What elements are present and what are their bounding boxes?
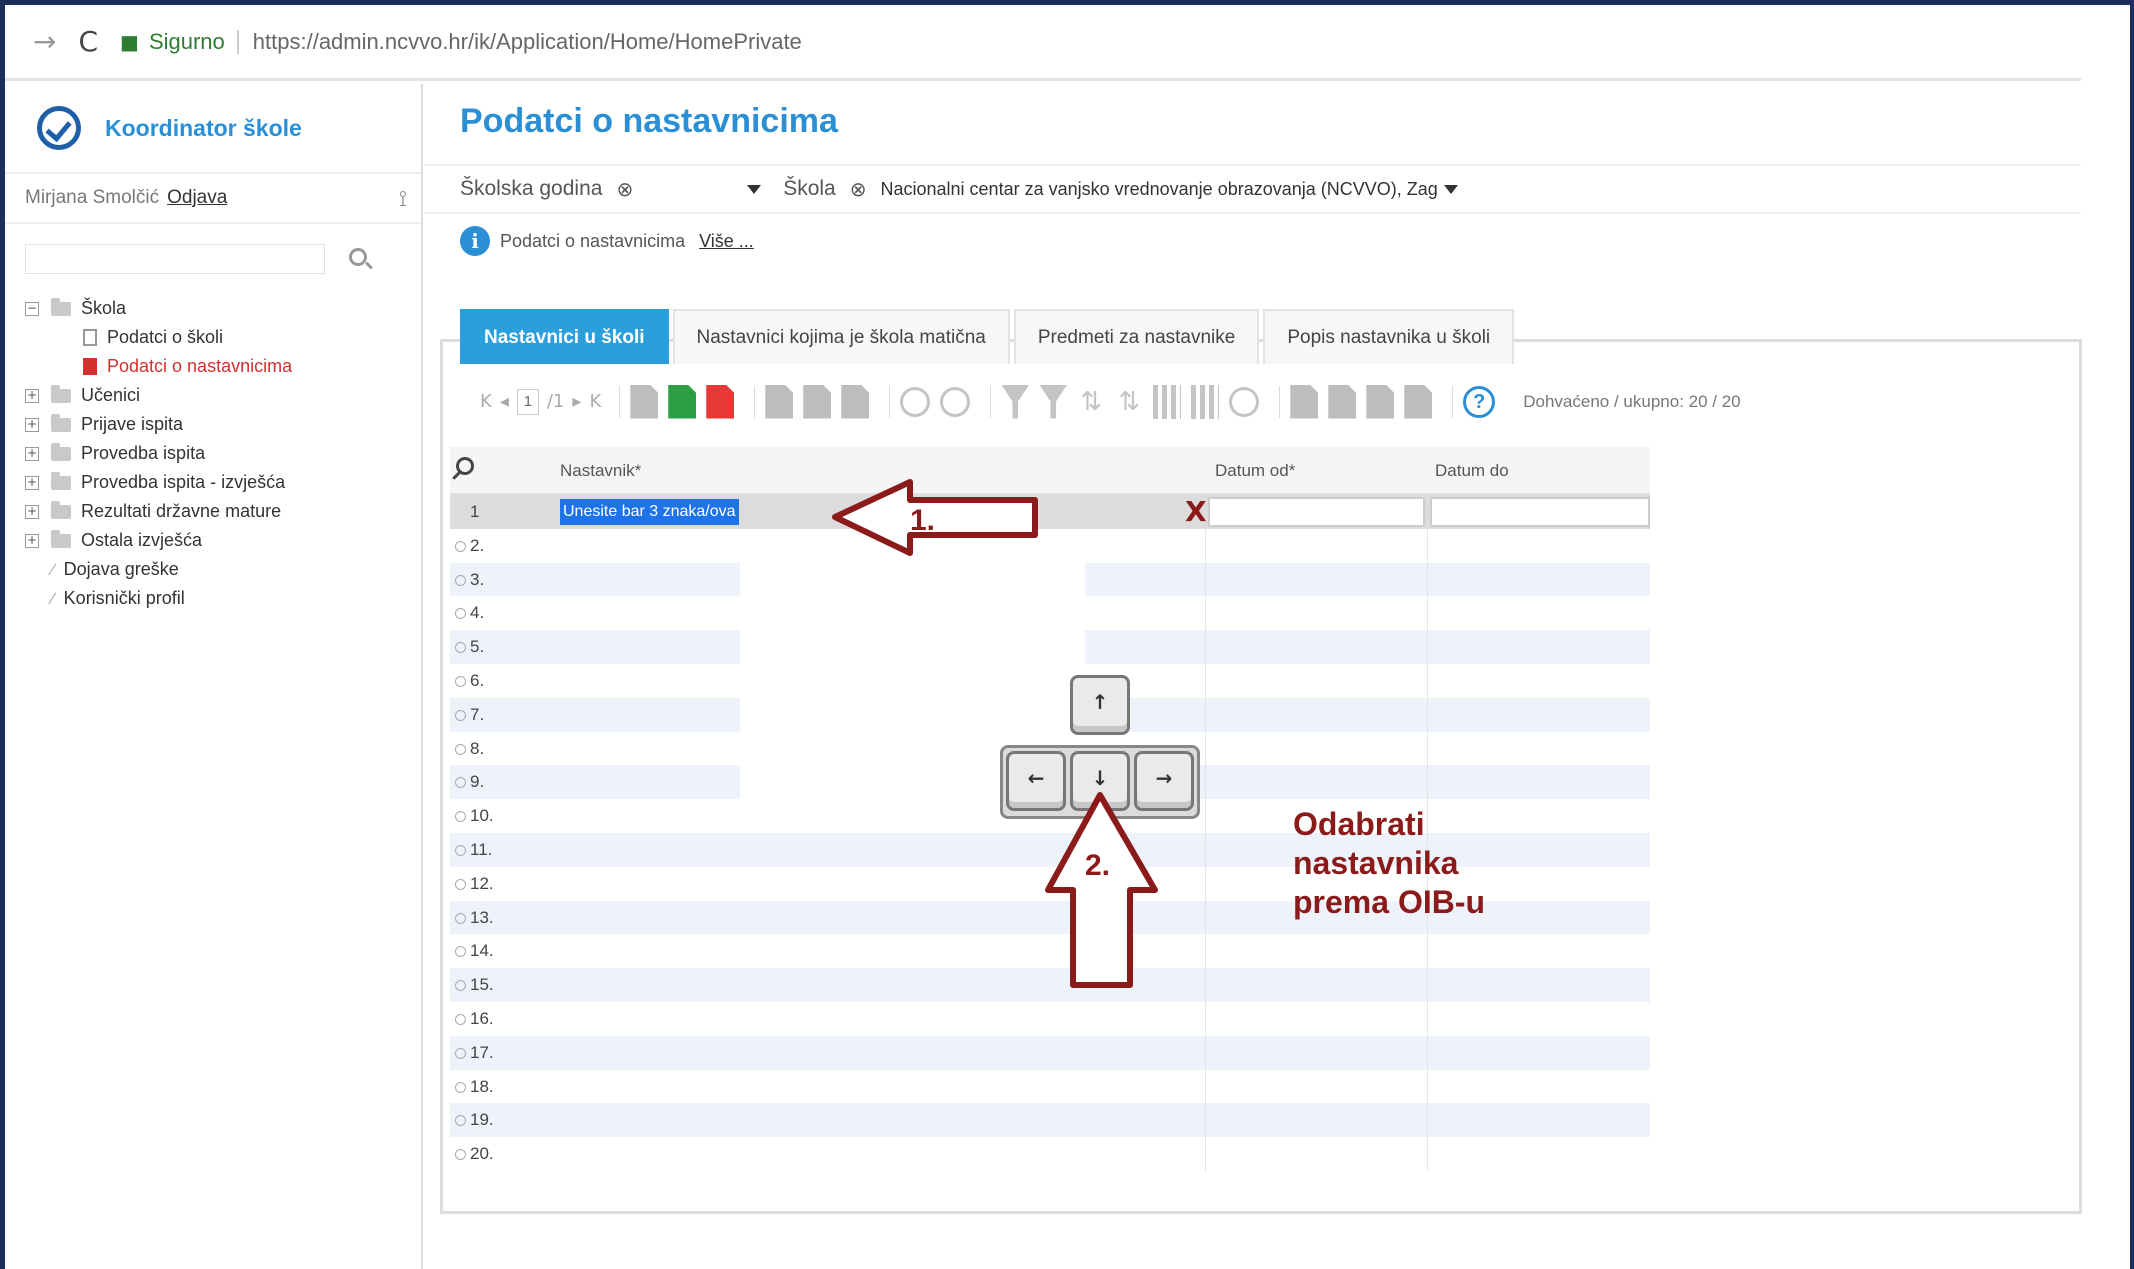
arrow-1-label: 1. xyxy=(910,504,935,537)
arrow-2-icon xyxy=(1045,792,1158,988)
arrow-2-label: 2. xyxy=(1085,849,1110,882)
instruction-line-1: Odabrati xyxy=(1293,806,1425,842)
instruction-line-3: prema OIB-u xyxy=(1293,884,1486,920)
annotation-arrows: 1. 2. xyxy=(832,479,1158,988)
screenshot-frame: → C ■ Sigurno https://admin.ncvvo.hr/ik/… xyxy=(5,5,2130,1269)
instruction-text: Odabrati nastavnika prema OIB-u xyxy=(1293,805,1485,922)
instruction-line-2: nastavnika xyxy=(1293,845,1459,881)
